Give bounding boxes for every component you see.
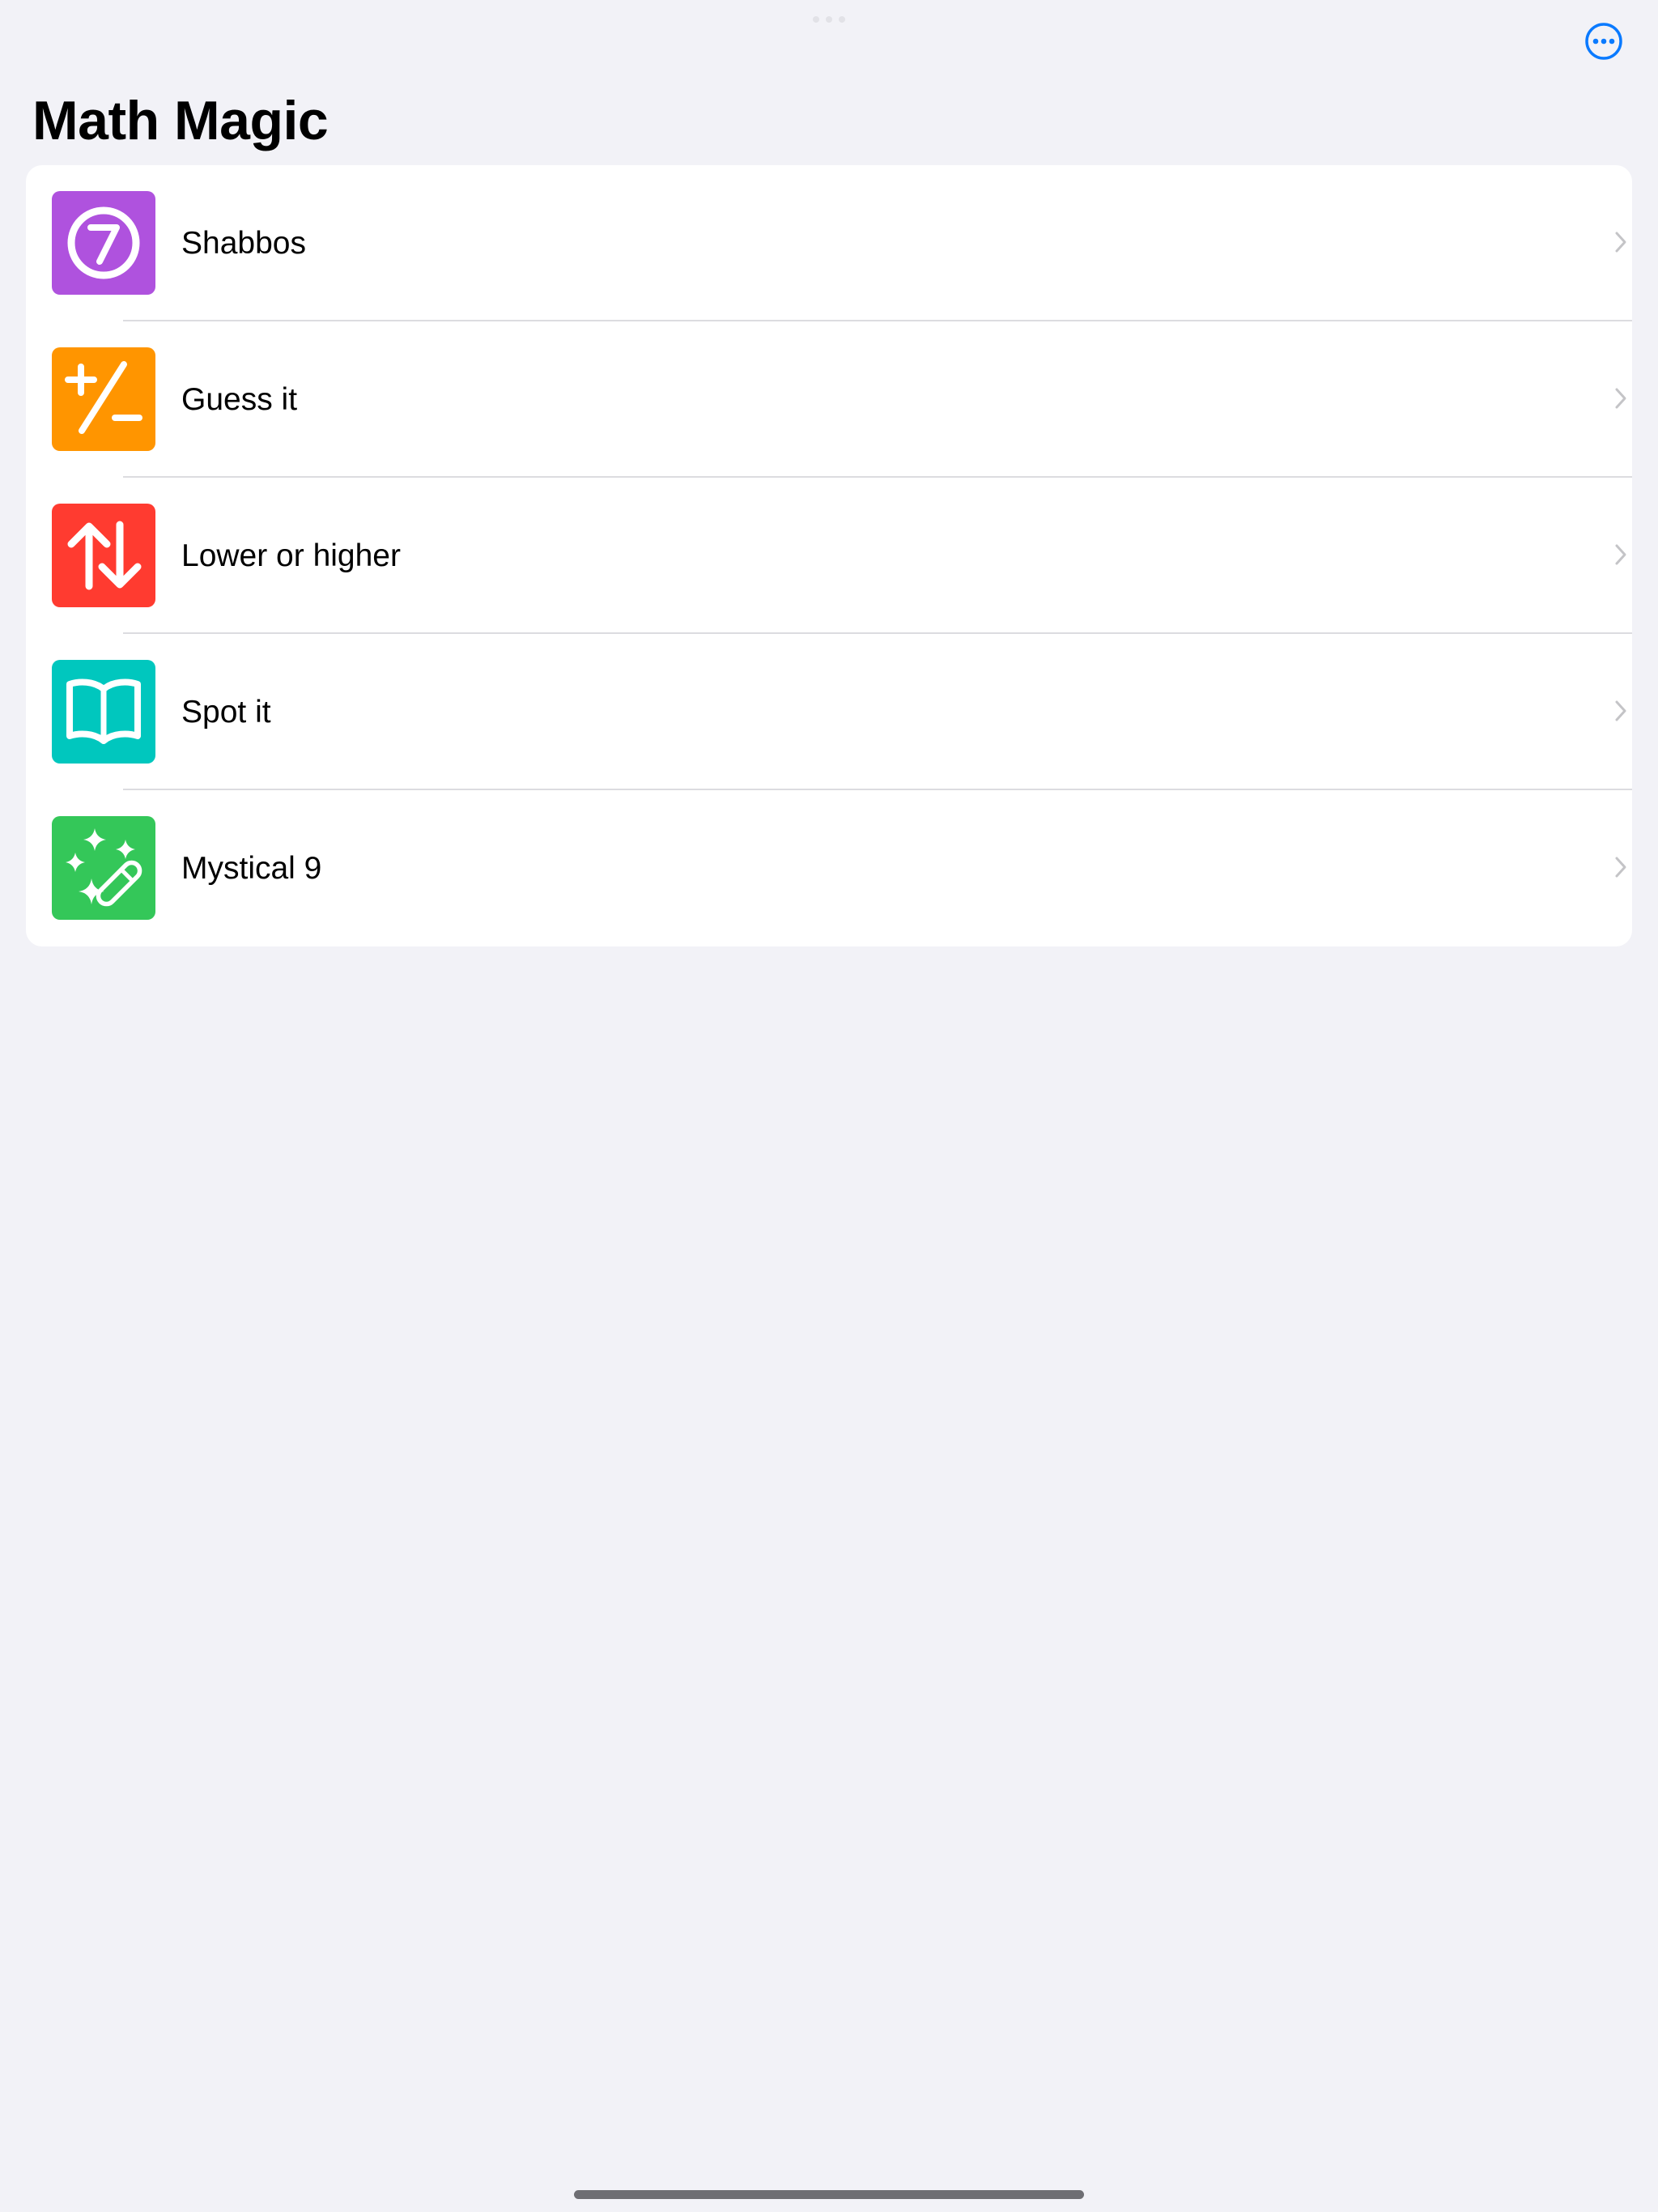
list-item-label: Shabbos — [181, 226, 306, 261]
list-item-mystical-9[interactable]: Mystical 9 — [26, 790, 1632, 946]
ellipsis-circle-icon — [1585, 23, 1622, 60]
seven-circle-icon — [67, 206, 140, 279]
icon-tile — [52, 816, 155, 920]
icon-tile — [52, 660, 155, 764]
chevron-right-icon — [1615, 232, 1626, 253]
list-item-label: Lower or higher — [181, 538, 401, 573]
chevron-right-icon — [1615, 544, 1626, 565]
multitasking-dot — [839, 16, 845, 23]
list-item-spot-it[interactable]: Spot it — [26, 634, 1632, 790]
page-title: Math Magic — [32, 90, 329, 151]
games-list: Shabbos Guess it Lower or higher Spot it… — [26, 165, 1632, 946]
list-item-label: Mystical 9 — [181, 851, 322, 886]
icon-tile — [52, 504, 155, 607]
list-item-shabbos[interactable]: Shabbos — [26, 165, 1632, 321]
multitasking-dot — [813, 16, 819, 23]
more-options-button[interactable] — [1584, 21, 1624, 62]
home-indicator[interactable] — [574, 2190, 1084, 2199]
multitasking-indicator[interactable] — [813, 16, 845, 23]
plus-slash-minus-icon — [65, 361, 142, 434]
magic-wand-icon — [66, 828, 142, 907]
chevron-right-icon — [1615, 700, 1626, 721]
list-item-guess-it[interactable]: Guess it — [26, 321, 1632, 478]
multitasking-dot — [826, 16, 832, 23]
arrow-up-arrow-down-icon — [67, 521, 142, 590]
list-item-label: Guess it — [181, 382, 298, 417]
icon-tile — [52, 191, 155, 295]
chevron-right-icon — [1615, 388, 1626, 409]
list-item-lower-or-higher[interactable]: Lower or higher — [26, 478, 1632, 634]
book-icon — [66, 678, 141, 744]
chevron-right-icon — [1615, 857, 1626, 878]
icon-tile — [52, 347, 155, 451]
list-item-label: Spot it — [181, 695, 271, 730]
